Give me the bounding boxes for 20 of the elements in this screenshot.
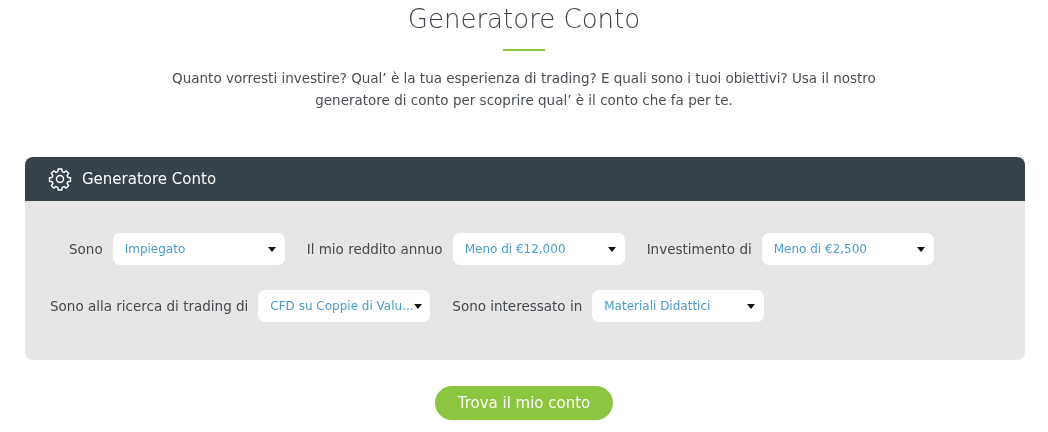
find-account-button[interactable]: Trova il mio conto <box>435 386 613 420</box>
page-title: Generatore Conto <box>407 3 641 36</box>
intro-text: Quanto vorresti investire? Qual’ è la tua esperienza di trading? E quali sono i tuoi obiettivi? Usa il nostro generatore di conto per scoprire qual’ è il conto che fa per te. <box>171 69 877 110</box>
field-label: Sono alla ricerca di trading di <box>50 298 249 314</box>
caret-icon <box>607 246 616 252</box>
dropdown[interactable]: CFD su Coppie di Valu... <box>258 290 431 322</box>
dropdown[interactable]: Impiegato <box>112 233 285 265</box>
field-label: Investimento di <box>646 241 752 257</box>
dropdown[interactable]: Meno di €12,000 <box>452 233 625 265</box>
caret-icon <box>916 246 925 252</box>
dropdown[interactable]: Meno di €2,500 <box>761 233 934 265</box>
caret-icon <box>747 303 756 309</box>
field-label: Sono <box>69 241 103 257</box>
panel-title: Generatore Conto <box>82 170 217 188</box>
settings-icon <box>48 167 72 191</box>
caret-icon <box>267 246 276 252</box>
dropdown[interactable]: Materiali Didattici <box>592 290 765 322</box>
caret-icon <box>413 303 422 309</box>
field-label: Il mio reddito annuo <box>306 241 443 257</box>
field-label: Sono interessato in <box>452 298 583 314</box>
